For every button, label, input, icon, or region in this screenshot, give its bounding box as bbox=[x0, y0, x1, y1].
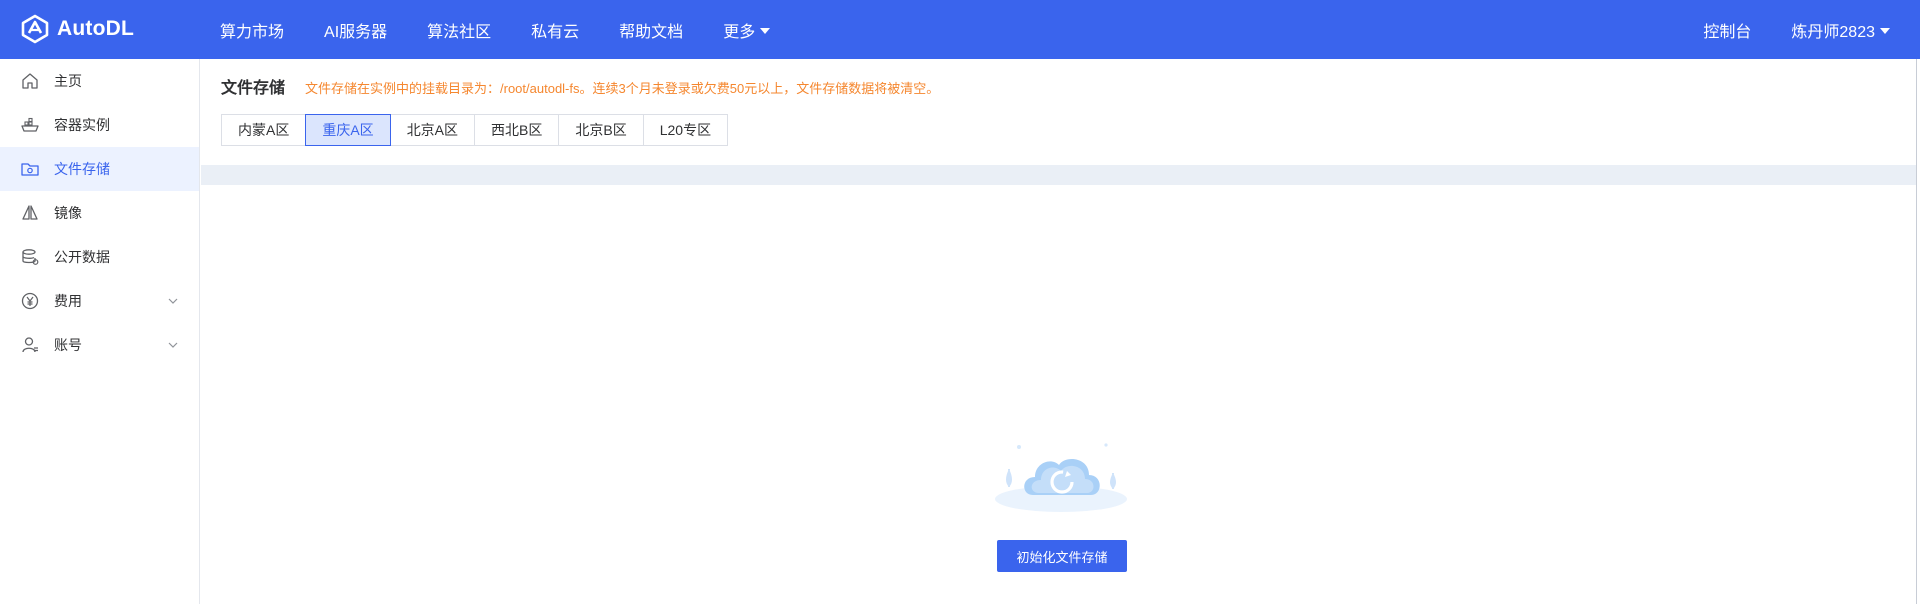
tab-region-northwest-b[interactable]: 西北B区 bbox=[474, 114, 560, 146]
sidebar-item-label: 文件存储 bbox=[54, 161, 110, 177]
user-menu-dropdown[interactable]: 炼丹师2823 bbox=[1791, 18, 1890, 42]
nav-more-dropdown[interactable]: 更多 bbox=[723, 18, 771, 42]
nav-private-cloud[interactable]: 私有云 bbox=[531, 18, 579, 42]
brand-name: AutoDL bbox=[57, 17, 135, 40]
sidebar-item-label: 账号 bbox=[54, 337, 82, 353]
sidebar-item-home[interactable]: 主页 bbox=[0, 59, 199, 103]
database-icon bbox=[20, 247, 40, 267]
caret-down-icon bbox=[1880, 27, 1890, 34]
sidebar-item-label: 镜像 bbox=[54, 205, 82, 221]
sidebar-item-label: 容器实例 bbox=[54, 117, 110, 133]
sidebar-item-billing[interactable]: 费用 bbox=[0, 279, 199, 323]
top-nav: 算力市场 AI服务器 算法社区 私有云 帮助文档 更多 bbox=[220, 0, 810, 59]
page-title: 文件存储 bbox=[221, 80, 286, 97]
sidebar-item-public-data[interactable]: 公开数据 bbox=[0, 235, 199, 279]
page-scrollbar[interactable] bbox=[1916, 59, 1920, 604]
caret-down-icon bbox=[760, 27, 771, 34]
user-name: 炼丹师2823 bbox=[1791, 23, 1875, 41]
sidebar-item-account[interactable]: 账号 bbox=[0, 323, 199, 367]
sidebar-item-label: 主页 bbox=[54, 73, 82, 89]
user-icon bbox=[20, 335, 40, 355]
sidebar-item-containers[interactable]: 容器实例 bbox=[0, 103, 199, 147]
mirror-icon bbox=[20, 203, 40, 223]
autodl-logo-icon bbox=[21, 14, 49, 44]
sidebar: 主页 容器实例 文件存储 镜像 公开数据 费用 账号 bbox=[0, 59, 200, 604]
tab-region-beijing-a[interactable]: 北京A区 bbox=[389, 114, 476, 146]
home-icon bbox=[20, 71, 40, 91]
sidebar-item-label: 公开数据 bbox=[54, 249, 110, 265]
container-icon bbox=[20, 115, 40, 135]
empty-cloud-icon bbox=[995, 443, 1127, 512]
main-content: 文件存储 文件存储在实例中的挂载目录为：/root/autodl-fs。连续3个… bbox=[201, 59, 1916, 604]
chevron-down-icon[interactable] bbox=[167, 339, 179, 351]
tab-region-beijing-b[interactable]: 北京B区 bbox=[558, 114, 644, 146]
top-right-nav: 控制台 炼丹师2823 bbox=[1663, 0, 1890, 59]
page-header: 文件存储 文件存储在实例中的挂载目录为：/root/autodl-fs。连续3个… bbox=[221, 74, 939, 98]
tab-region-l20[interactable]: L20专区 bbox=[642, 114, 729, 146]
top-navigation-bar: AutoDL 算力市场 AI服务器 算法社区 私有云 帮助文档 更多 控制台 炼… bbox=[0, 0, 1920, 59]
section-divider bbox=[201, 165, 1916, 185]
yen-icon bbox=[20, 291, 40, 311]
sidebar-item-images[interactable]: 镜像 bbox=[0, 191, 199, 235]
init-file-storage-button[interactable]: 初始化文件存储 bbox=[997, 540, 1127, 572]
region-tabs: 内蒙A区 重庆A区 北京A区 西北B区 北京B区 L20专区 bbox=[221, 114, 729, 146]
sidebar-item-file-storage[interactable]: 文件存储 bbox=[0, 147, 199, 191]
folder-gear-icon bbox=[20, 159, 40, 179]
nav-ai-servers[interactable]: AI服务器 bbox=[324, 18, 387, 42]
nav-console[interactable]: 控制台 bbox=[1703, 18, 1751, 42]
nav-compute-market[interactable]: 算力市场 bbox=[220, 18, 284, 42]
storage-notice: 文件存储在实例中的挂载目录为：/root/autodl-fs。连续3个月未登录或… bbox=[305, 81, 940, 96]
tab-region-neimeng-a[interactable]: 内蒙A区 bbox=[221, 114, 307, 146]
chevron-down-icon[interactable] bbox=[167, 295, 179, 307]
brand-logo[interactable]: AutoDL bbox=[20, 12, 134, 46]
nav-more-label: 更多 bbox=[723, 23, 756, 41]
tab-region-chongqing-a[interactable]: 重庆A区 bbox=[305, 114, 391, 146]
nav-help-docs[interactable]: 帮助文档 bbox=[619, 18, 683, 42]
sidebar-item-label: 费用 bbox=[54, 293, 82, 309]
nav-algorithm-community[interactable]: 算法社区 bbox=[427, 18, 491, 42]
